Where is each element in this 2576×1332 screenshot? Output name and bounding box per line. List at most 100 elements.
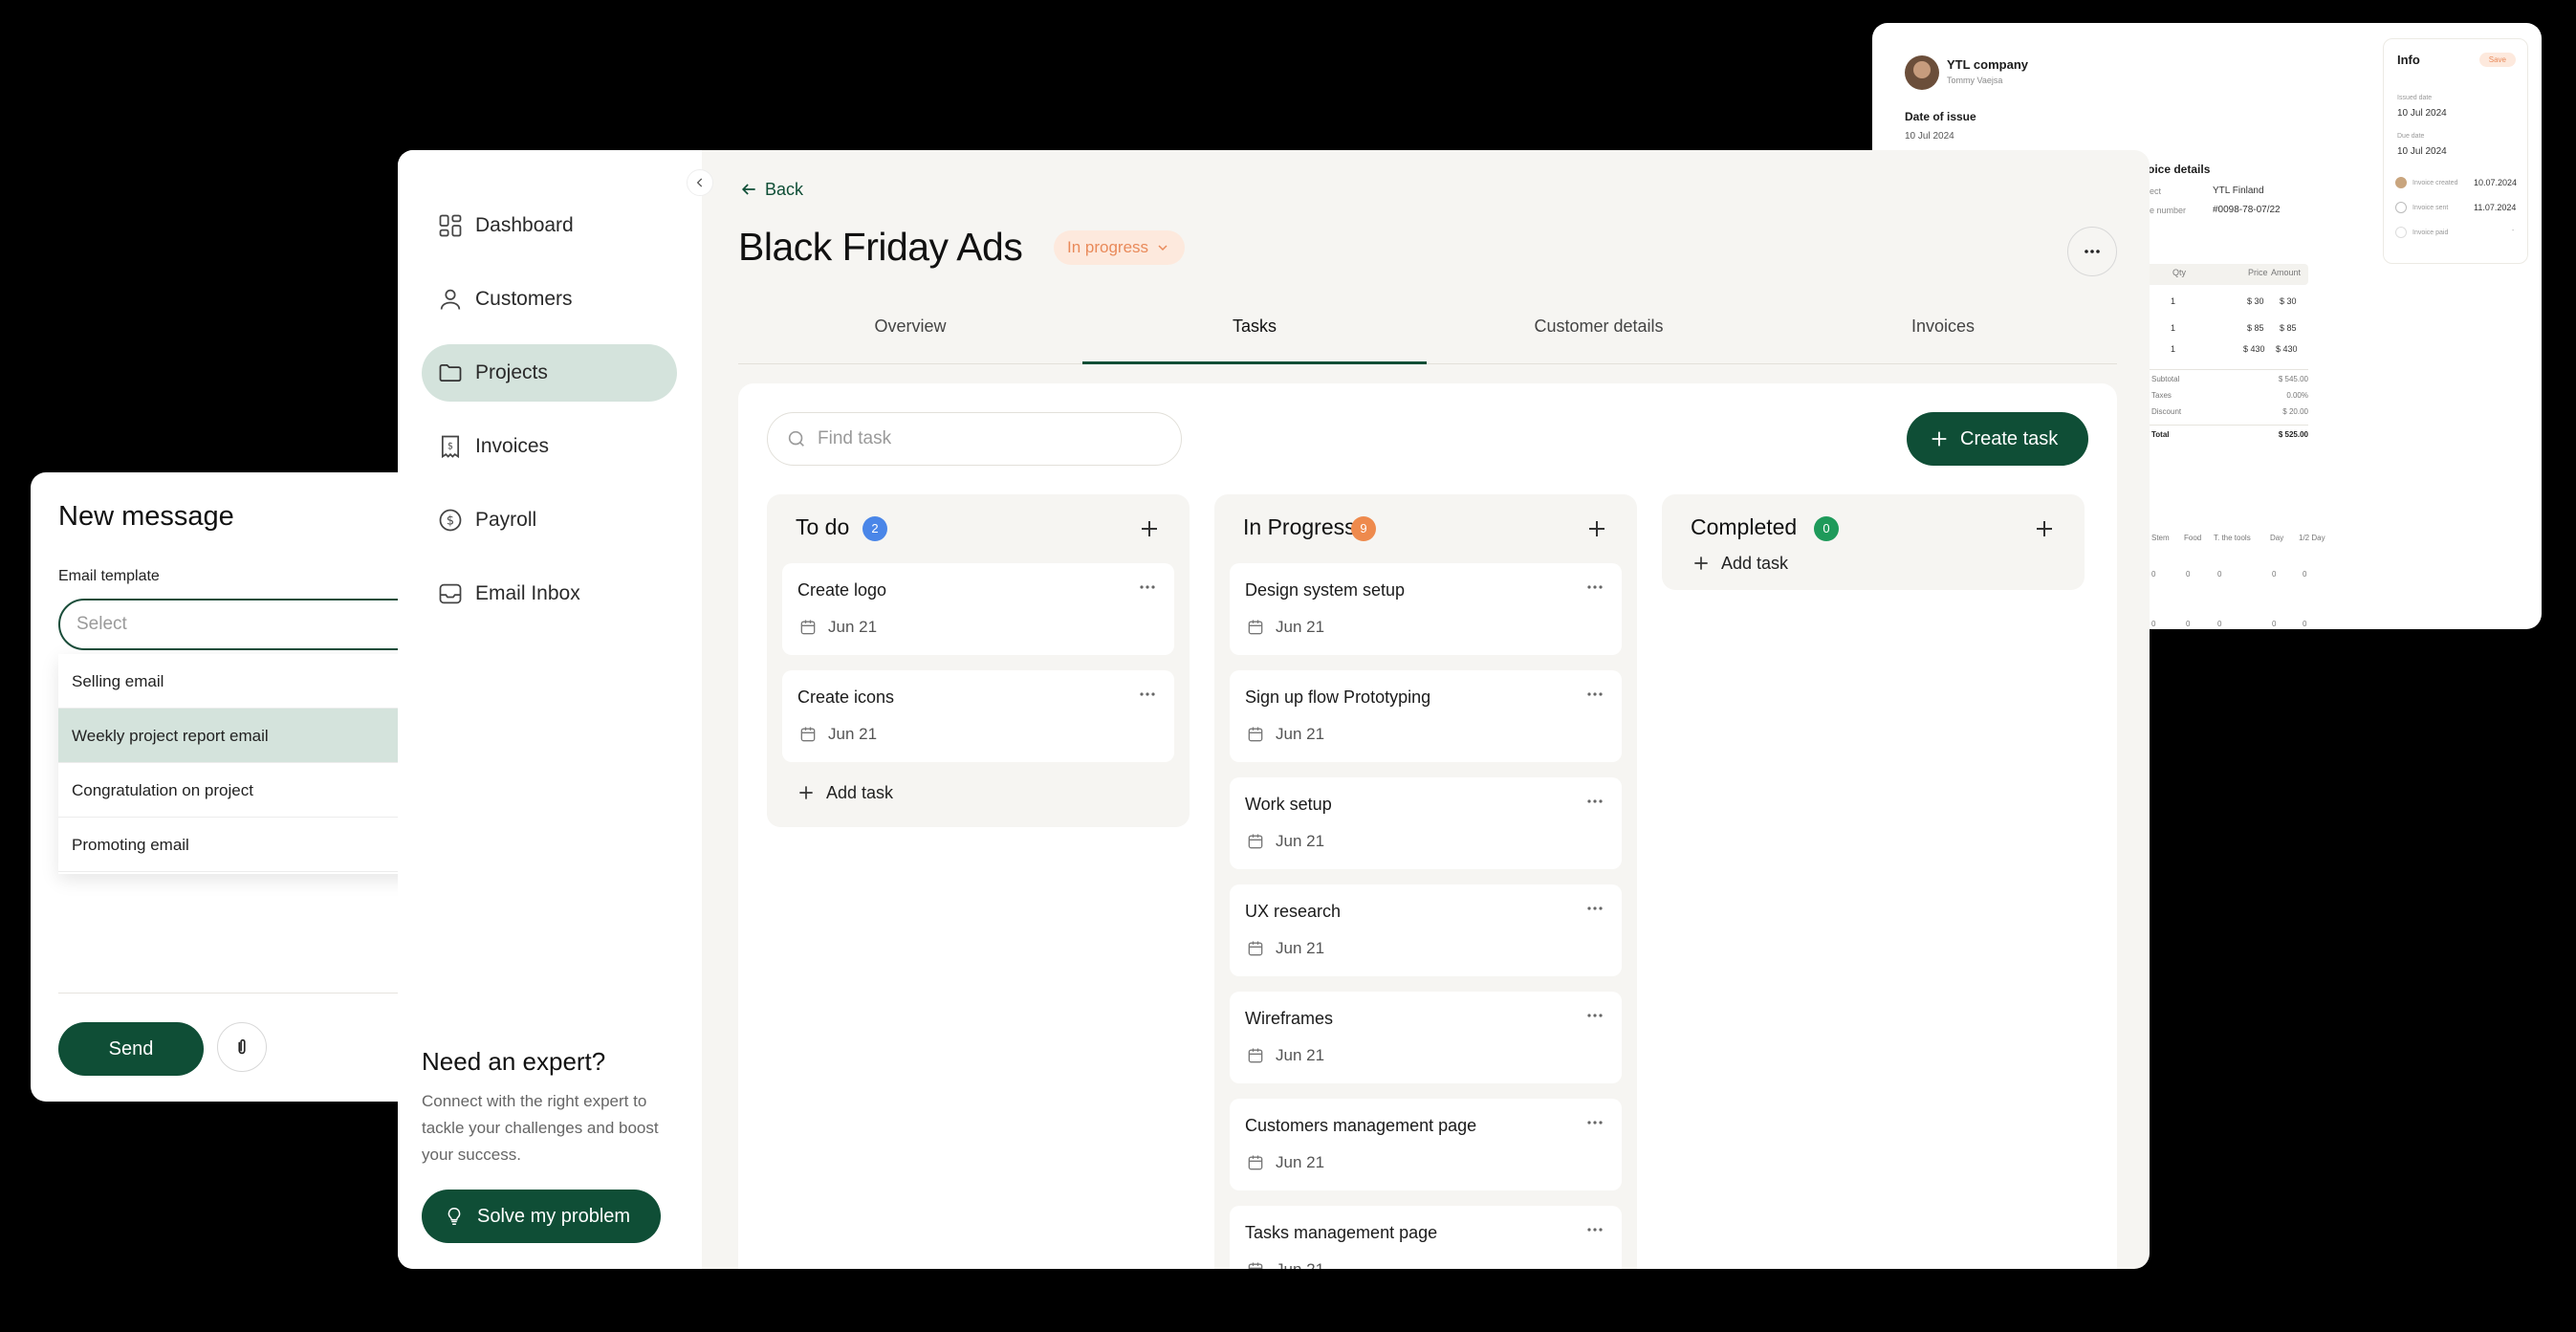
user-icon — [435, 284, 466, 315]
collapse-sidebar-button[interactable] — [687, 169, 713, 196]
task-more-button[interactable] — [1582, 1112, 1608, 1133]
add-task-button[interactable]: Add task — [767, 772, 1190, 814]
task-date-label: Jun 21 — [1276, 618, 1325, 636]
tab-overview[interactable]: Overview — [738, 303, 1082, 364]
sidebar-item-dashboard[interactable]: Dashboard — [422, 197, 677, 254]
status-dropdown[interactable]: In progress — [1054, 230, 1186, 265]
task-name: Wireframes — [1245, 1009, 1334, 1028]
column-header: In Progress 9 — [1214, 494, 1637, 563]
task-more-button[interactable] — [1582, 898, 1608, 919]
invoice-details-title: oice details — [2148, 163, 2211, 176]
calendar-icon — [1245, 617, 1266, 638]
add-task-button[interactable]: Add task — [1662, 542, 2085, 584]
tab-customer-details[interactable]: Customer details — [1427, 303, 1771, 364]
task-due-date: Jun 21 — [1245, 938, 1324, 959]
sidebar-item-customers[interactable]: Customers — [422, 271, 677, 328]
dropdown-option-selected[interactable]: Weekly project report email — [58, 709, 442, 763]
sidebar-item-projects[interactable]: Projects — [422, 344, 677, 402]
task-due-date: Jun 21 — [1245, 617, 1324, 638]
task-more-button[interactable] — [1134, 577, 1161, 598]
task-due-date: Jun 21 — [797, 724, 877, 745]
dropdown-option[interactable]: Promoting email — [58, 818, 442, 872]
tab-invoices[interactable]: Invoices — [1771, 303, 2115, 364]
task-card[interactable]: Work setup Jun 21 — [1230, 777, 1622, 869]
task-more-button[interactable] — [1134, 684, 1161, 705]
email-template-label: Email template — [58, 568, 160, 584]
task-card[interactable]: Customers management page Jun 21 — [1230, 1099, 1622, 1190]
expert-title: Need an expert? — [422, 1047, 606, 1076]
task-card[interactable]: Tasks management page Jun 21 — [1230, 1206, 1622, 1269]
task-card[interactable]: Create icons Jun 21 — [782, 670, 1174, 762]
task-due-date: Jun 21 — [797, 617, 877, 638]
task-name: Sign up flow Prototyping — [1245, 688, 1431, 707]
task-card[interactable]: Sign up flow Prototyping Jun 21 — [1230, 670, 1622, 762]
task-card[interactable]: Design system setup Jun 21 — [1230, 563, 1622, 655]
ellipsis-icon — [1585, 906, 1605, 911]
lightbulb-icon — [443, 1205, 466, 1228]
kanban-column: Completed 0 Add task — [1662, 494, 2085, 590]
detail-value: #0098-78-07/22 — [2213, 205, 2281, 215]
kanban-column: In Progress 9 Design system setup Jun 21 Sig… — [1214, 494, 1637, 1269]
create-task-button[interactable]: Create task — [1907, 412, 2088, 466]
column-title: Completed — [1691, 514, 1798, 539]
sidebar-item-email-inbox[interactable]: Email Inbox — [422, 565, 677, 622]
calendar-icon — [797, 724, 819, 745]
add-column-task-button[interactable] — [1136, 515, 1163, 542]
more-options-button[interactable] — [2067, 227, 2117, 276]
col-header: Food — [2184, 534, 2202, 542]
task-board: Find task Create task To do 2 Create logo J… — [738, 383, 2117, 1269]
issued-label: Issued date — [2397, 95, 2433, 101]
column-header: To do 2 — [767, 494, 1190, 563]
dropdown-option[interactable]: Congratulation on project — [58, 763, 442, 818]
expert-description: Connect with the right expert to tackle … — [422, 1092, 659, 1164]
task-more-button[interactable] — [1582, 684, 1608, 705]
cell: 0 — [2151, 620, 2156, 628]
count-badge: 9 — [1351, 516, 1376, 541]
save-button[interactable]: Save — [2478, 53, 2516, 67]
task-more-button[interactable] — [1582, 1005, 1608, 1026]
step-label: Invoice created — [2412, 180, 2458, 186]
calendar-icon — [1245, 724, 1266, 745]
add-column-task-button[interactable] — [2031, 515, 2058, 542]
ellipsis-icon — [1585, 798, 1605, 804]
sidebar-item-label: Invoices — [475, 435, 550, 457]
column-title: In Progress — [1243, 514, 1356, 539]
plus-icon — [796, 782, 817, 803]
plus-icon — [1691, 553, 1712, 574]
invoice-company: YTL company — [1947, 57, 2029, 72]
send-button[interactable]: Send — [58, 1022, 204, 1076]
task-card[interactable]: UX research Jun 21 — [1230, 884, 1622, 976]
task-name: UX research — [1245, 902, 1342, 921]
attach-button[interactable] — [217, 1022, 267, 1072]
cell: 0 — [2217, 620, 2222, 628]
back-link[interactable]: Back — [738, 179, 803, 200]
email-template-dropdown: Selling email Weekly project report emai… — [58, 654, 442, 874]
row-amount: $ 85 — [2280, 323, 2297, 333]
task-more-button[interactable] — [1582, 1219, 1608, 1240]
task-more-button[interactable] — [1582, 577, 1608, 598]
col-header: Qty — [2172, 268, 2187, 277]
task-date-label: Jun 21 — [828, 618, 878, 636]
status-label: In progress — [1067, 238, 1149, 256]
task-card[interactable]: Wireframes Jun 21 — [1230, 992, 1622, 1083]
tab-tasks[interactable]: Tasks — [1082, 303, 1427, 364]
sidebar-item-invoices[interactable]: $ Invoices — [422, 418, 677, 475]
sidebar-item-payroll[interactable]: $ Payroll — [422, 491, 677, 549]
task-card[interactable]: Create logo Jun 21 — [782, 563, 1174, 655]
task-due-date: Jun 21 — [1245, 1045, 1324, 1066]
task-name: Work setup — [1245, 795, 1332, 814]
project-window: Dashboard Customers Projects $ Invoices … — [398, 150, 2150, 1269]
calendar-icon — [1245, 938, 1266, 959]
dropdown-option[interactable]: Selling email — [58, 654, 442, 709]
task-name: Create icons — [797, 688, 895, 707]
detail-value: YTL Finland — [2213, 186, 2264, 196]
solve-my-problem-button[interactable]: Solve my problem — [422, 1190, 661, 1243]
folder-icon — [435, 358, 466, 388]
svg-text:$: $ — [448, 441, 453, 451]
step-created-icon — [2395, 177, 2407, 188]
add-column-task-button[interactable] — [1583, 515, 1610, 542]
email-template-select[interactable]: Select — [58, 599, 442, 650]
task-date-label: Jun 21 — [1276, 1153, 1325, 1171]
task-more-button[interactable] — [1582, 791, 1608, 812]
search-input[interactable]: Find task — [767, 412, 1182, 466]
